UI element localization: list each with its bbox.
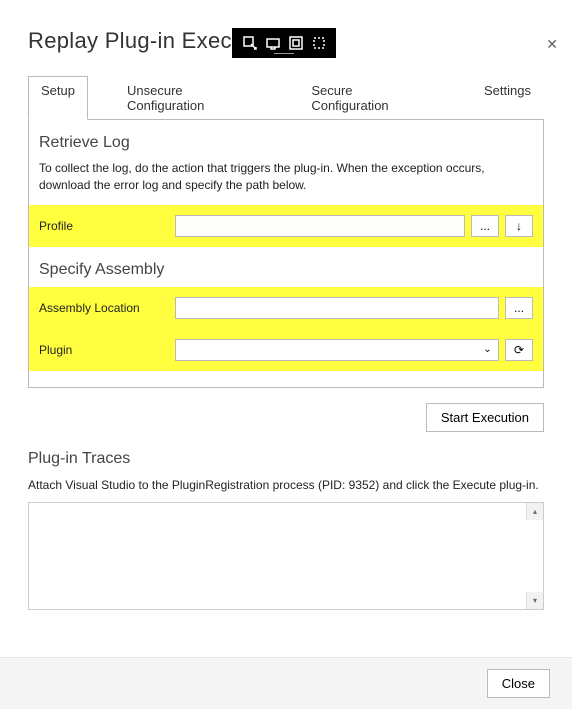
snip-icon-1[interactable]: [242, 35, 258, 51]
snip-icon-2[interactable]: [265, 35, 281, 51]
start-row: Start Execution: [28, 403, 544, 432]
tab-strip: Setup Unsecure Configuration Secure Conf…: [28, 76, 544, 120]
tab-secure[interactable]: Secure Configuration: [298, 76, 423, 120]
close-button[interactable]: Close: [487, 669, 550, 698]
scroll-up-button[interactable]: ▴: [526, 503, 543, 520]
tab-settings[interactable]: Settings: [471, 76, 544, 120]
start-execution-button[interactable]: Start Execution: [426, 403, 544, 432]
retrieve-log-title: Retrieve Log: [39, 134, 533, 152]
assembly-location-input[interactable]: [175, 297, 499, 319]
traces-instruction: Attach Visual Studio to the PluginRegist…: [28, 478, 544, 492]
assembly-browse-button[interactable]: ...: [505, 297, 533, 319]
assembly-location-row: Assembly Location ...: [29, 287, 543, 329]
download-icon: ↓: [516, 219, 522, 233]
toolbar-grip[interactable]: [274, 53, 294, 56]
snip-icon-4[interactable]: [311, 35, 327, 51]
profile-row: Profile ... ↓: [29, 205, 543, 247]
scroll-down-button[interactable]: ▾: [526, 592, 543, 609]
plugin-input[interactable]: [175, 339, 477, 361]
chevron-down-icon[interactable]: ⌄: [477, 339, 499, 361]
traces-title: Plug-in Traces: [28, 450, 572, 468]
plugin-combo[interactable]: ⌄: [175, 339, 499, 361]
profile-label: Profile: [39, 219, 169, 233]
plugin-refresh-button[interactable]: ⟳: [505, 339, 533, 361]
plugin-row: Plugin ⌄ ⟳: [29, 329, 543, 371]
specify-assembly-title: Specify Assembly: [39, 261, 533, 279]
traces-textbox[interactable]: ▴ ▾: [28, 502, 544, 610]
setup-panel: Retrieve Log To collect the log, do the …: [28, 119, 544, 388]
close-icon[interactable]: ✕: [546, 36, 558, 53]
snip-toolbar: [232, 28, 336, 58]
plugin-label: Plugin: [39, 343, 169, 357]
dialog-footer: Close: [0, 657, 572, 709]
refresh-icon: ⟳: [514, 343, 524, 357]
profile-download-button[interactable]: ↓: [505, 215, 533, 237]
snip-icon-3[interactable]: [288, 35, 304, 51]
tab-unsecure[interactable]: Unsecure Configuration: [114, 76, 250, 120]
tab-setup[interactable]: Setup: [28, 76, 88, 120]
assembly-location-label: Assembly Location: [39, 301, 169, 315]
profile-input[interactable]: [175, 215, 465, 237]
profile-browse-button[interactable]: ...: [471, 215, 499, 237]
retrieve-log-instruction: To collect the log, do the action that t…: [39, 160, 533, 195]
